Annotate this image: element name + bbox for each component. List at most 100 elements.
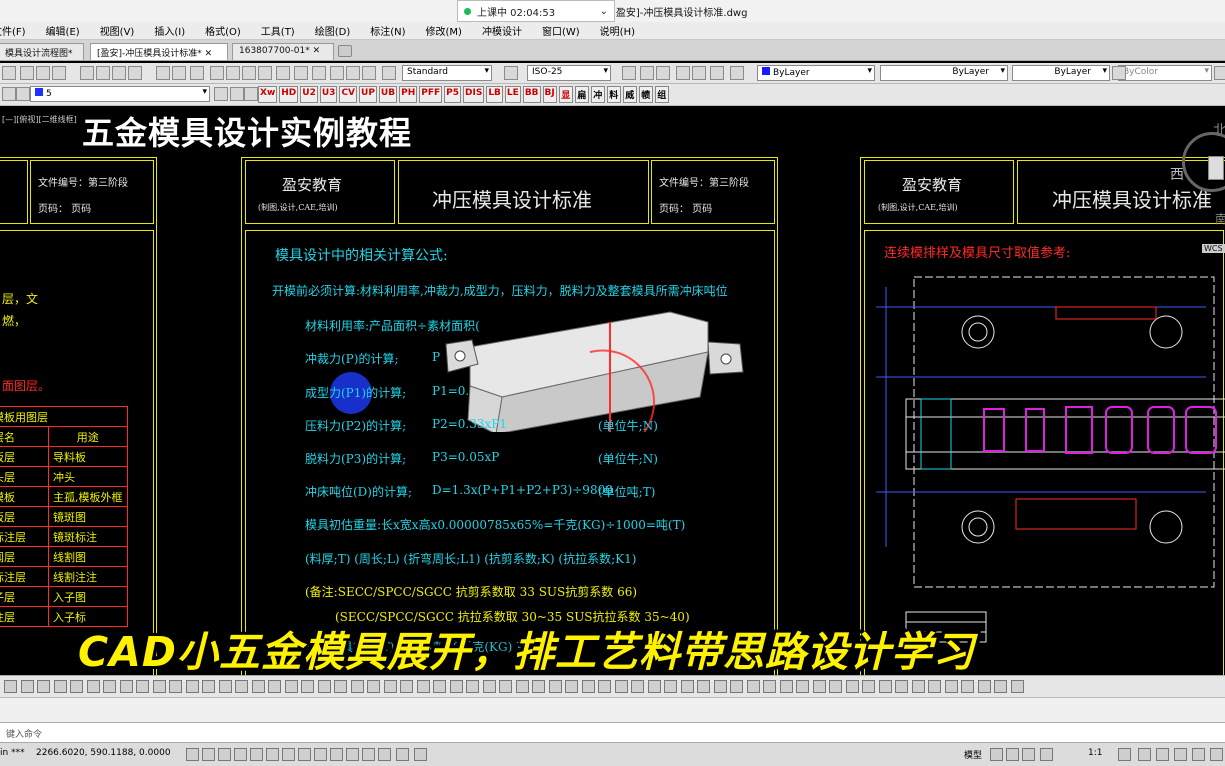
draw-tool-icon[interactable] [829,680,842,693]
draw-tool-icon[interactable] [779,680,793,693]
draw-tool-icon[interactable] [697,680,710,693]
draw-tool-icon[interactable] [515,680,529,693]
toolbar-icon[interactable] [210,66,224,80]
draw-tool-icon[interactable] [796,680,809,693]
toolbar-icon[interactable] [226,66,240,80]
draw-tool-icon[interactable] [37,680,50,693]
plugin-button[interactable]: U2 [300,86,318,103]
menu-item[interactable]: 修改(M) [426,23,462,38]
viewport-label[interactable]: [—][俯视][二维线框] [2,114,77,125]
plugin-button[interactable]: 冲 [590,86,605,103]
status-toggle-icon[interactable] [218,748,231,761]
toolbar-icon[interactable] [112,66,126,80]
toolbar-icon[interactable] [190,66,204,80]
linetype-select[interactable]: ByLayer [880,65,1008,81]
status-tool-icon[interactable] [1156,748,1169,761]
status-tool-icon[interactable] [1174,748,1187,761]
status-toggle-icon[interactable] [234,748,247,761]
toolbar-icon[interactable] [504,66,518,80]
toolbar-icon[interactable] [294,66,308,80]
toolbar-icon[interactable] [312,66,326,80]
draw-tool-icon[interactable] [598,680,611,693]
draw-tool-icon[interactable] [862,680,875,693]
draw-tool-icon[interactable] [136,680,149,693]
toolbar-icon[interactable] [80,66,94,80]
layer-select[interactable]: 5 [30,86,210,102]
toolbar-icon[interactable] [128,66,142,80]
status-toggle-icon[interactable] [378,748,391,761]
draw-tool-icon[interactable] [70,680,83,693]
plugin-button[interactable]: UP [359,86,377,103]
status-toggle-icon[interactable] [330,748,343,761]
draw-tool-icon[interactable] [746,680,760,693]
toolbar-icon[interactable] [52,66,66,80]
wcs-button[interactable]: WCS [1202,244,1225,253]
status-toggle-icon[interactable] [362,748,375,761]
status-toggle-icon[interactable] [266,748,279,761]
viewcube[interactable]: 北 西 南 WCS [1160,112,1225,272]
draw-tool-icon[interactable] [895,680,908,693]
draw-tool-icon[interactable] [763,680,776,693]
toolbar-icon[interactable] [656,66,670,80]
status-toggle-icon[interactable] [396,748,409,761]
status-tool-icon[interactable] [1210,748,1223,761]
status-toggle-icon[interactable] [298,748,311,761]
draw-tool-icon[interactable] [218,680,232,693]
toolbar-icon[interactable] [1112,66,1126,80]
status-toggle-icon[interactable] [414,748,427,761]
menu-item[interactable]: 绘图(D) [315,23,351,38]
plugin-button[interactable]: U3 [319,86,338,103]
draw-tool-icon[interactable] [614,680,628,693]
menu-item[interactable]: 编辑(E) [46,23,80,38]
plugin-button[interactable]: P5 [444,86,461,103]
plugin-button[interactable]: 帻 [638,86,653,103]
toolbar-icon[interactable] [258,66,272,80]
layer-tool-icon[interactable] [2,87,16,101]
draw-tool-icon[interactable] [235,680,248,693]
layer-tool-icon[interactable] [16,87,30,101]
status-tool-icon[interactable] [1118,748,1131,761]
draw-tool-icon[interactable] [730,680,743,693]
draw-tool-icon[interactable] [466,680,479,693]
model-label[interactable]: 模型 [964,748,982,761]
draw-tool-icon[interactable] [268,680,281,693]
draw-tool-icon[interactable] [581,680,595,693]
draw-tool-icon[interactable] [944,680,958,693]
draw-tool-icon[interactable] [20,680,34,693]
color-select[interactable]: ByLayer [757,65,875,81]
drawing-canvas[interactable]: [—][俯视][二维线框] 文件编号：第三阶段 页码： 页码 层，文 燃， 面图… [0,112,1225,675]
draw-tool-icon[interactable] [416,680,430,693]
toolbar-icon[interactable] [172,66,186,80]
draw-tool-icon[interactable] [449,680,463,693]
toolbar-icon[interactable] [692,66,706,80]
toolbar-icon[interactable] [20,66,34,80]
plugin-button[interactable]: 料 [606,86,621,103]
draw-tool-icon[interactable] [565,680,578,693]
new-tab-button[interactable] [338,45,352,57]
draw-tool-icon[interactable] [152,680,166,693]
plugin-button[interactable]: HD [279,86,299,103]
toolbar-icon[interactable] [730,66,744,80]
draw-tool-icon[interactable] [350,680,364,693]
draw-tool-icon[interactable] [532,680,545,693]
menu-item[interactable]: 文件(F) [0,23,26,38]
plugin-button[interactable]: CV [339,86,358,103]
plugin-button[interactable]: 扁 [574,86,589,103]
toolbar-icon[interactable] [362,66,376,80]
toolbar-icon[interactable] [382,66,396,80]
dim-style-select[interactable]: ISO-25 [527,65,611,81]
toolbar-icon[interactable] [2,66,16,80]
draw-tool-icon[interactable] [631,680,644,693]
draw-tool-icon[interactable] [928,680,941,693]
text-style-select[interactable]: Standard [402,65,492,81]
menu-item[interactable]: 视图(V) [100,23,135,38]
draw-tool-icon[interactable] [169,680,182,693]
draw-tool-icon[interactable] [680,680,694,693]
toolbar-icon[interactable] [156,66,170,80]
draw-tool-icon[interactable] [119,680,133,693]
close-icon[interactable]: ✕ [205,49,213,59]
draw-tool-icon[interactable] [812,680,826,693]
draw-tool-icon[interactable] [251,680,265,693]
toolbar-icon[interactable] [330,66,344,80]
toolbar-icon[interactable] [622,66,636,80]
